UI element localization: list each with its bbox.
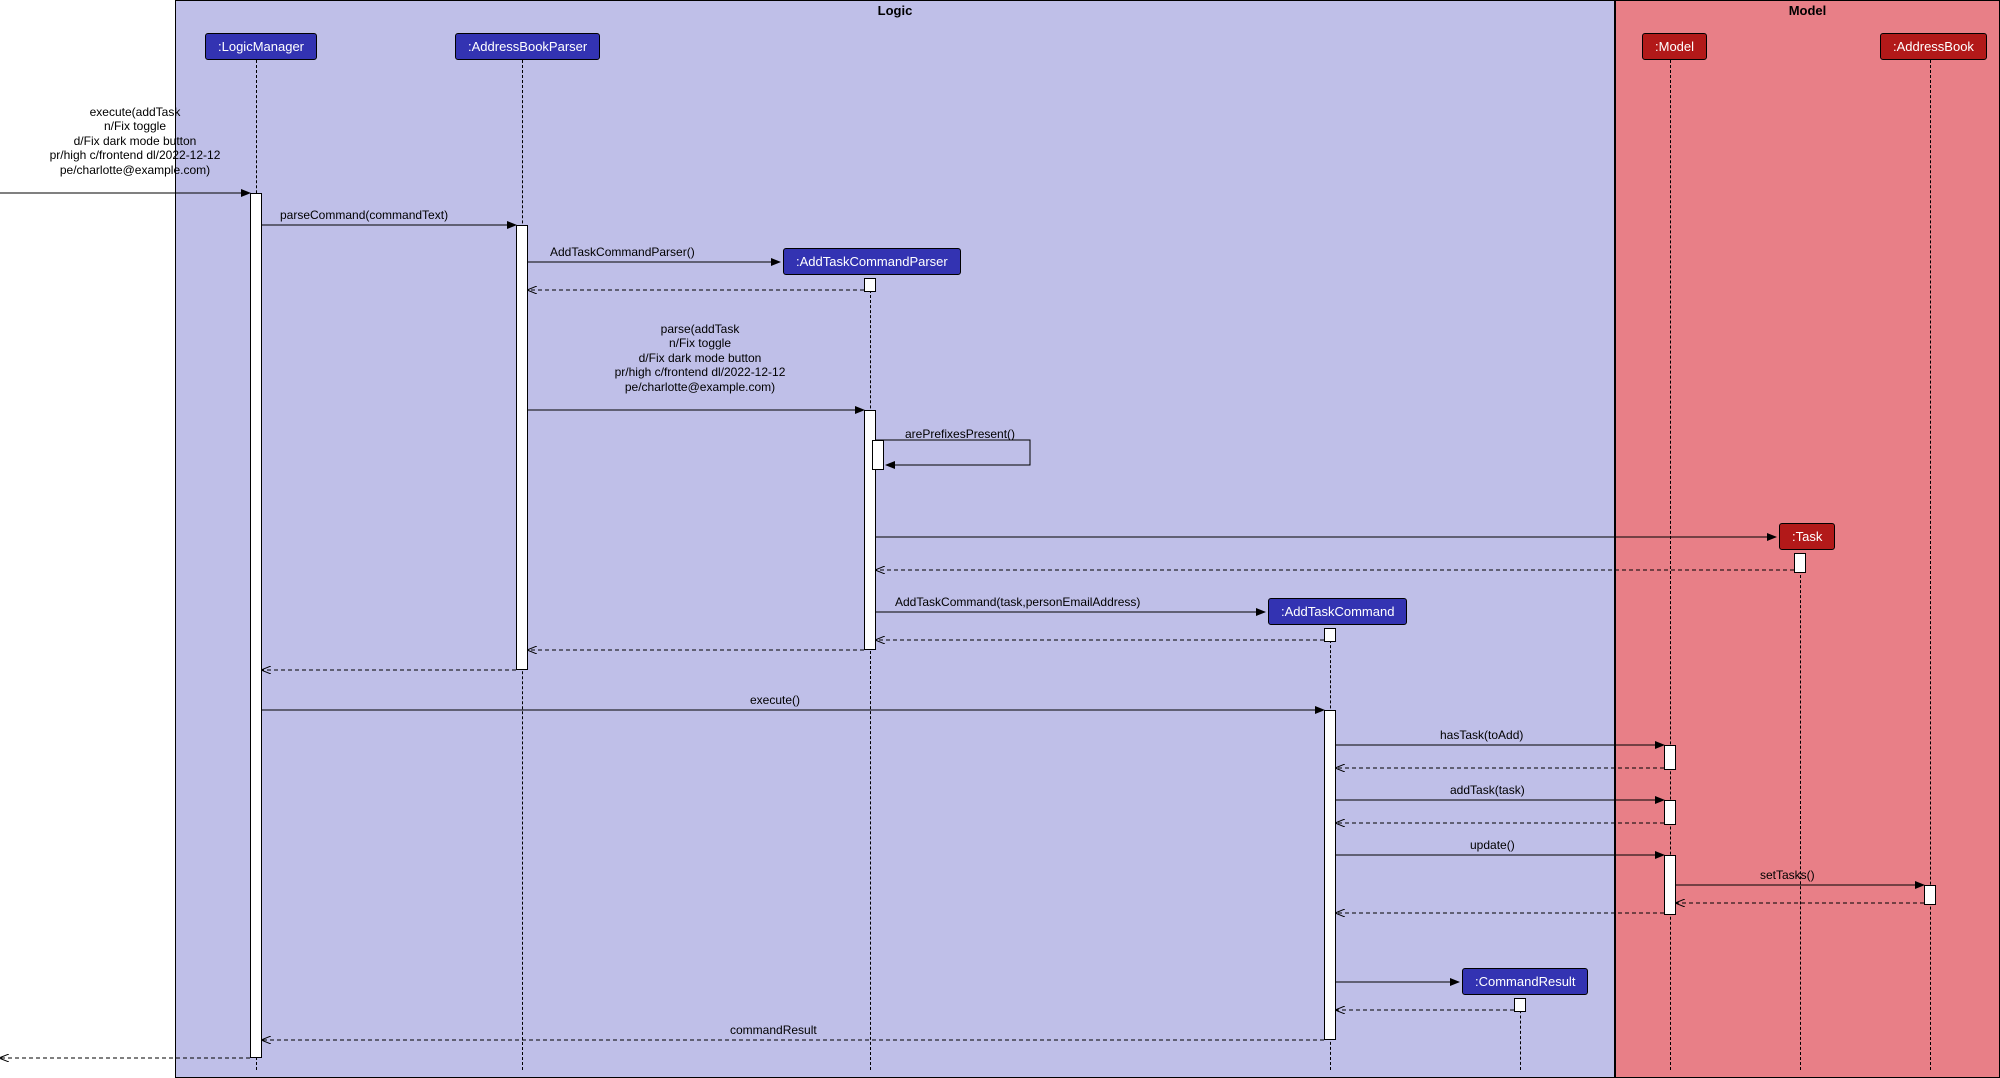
msg-are-prefixes: arePrefixesPresent() xyxy=(905,427,1015,441)
msg-update: update() xyxy=(1470,838,1515,852)
activation-logic-manager xyxy=(250,193,262,1058)
region-model-label: Model xyxy=(1789,3,1827,18)
activation-cmdresult xyxy=(1514,998,1526,1012)
lifeline-model xyxy=(1670,60,1671,1070)
region-logic-label: Logic xyxy=(878,3,913,18)
participant-add-task-command-parser: :AddTaskCommandParser xyxy=(783,248,961,275)
msg-parse-command: parseCommand(commandText) xyxy=(280,208,448,222)
participant-address-book: :AddressBook xyxy=(1880,33,1987,60)
activation-task xyxy=(1794,553,1806,573)
participant-add-task-command: :AddTaskCommand xyxy=(1268,598,1407,625)
msg-execute-cmd: execute() xyxy=(750,693,800,707)
msg-add-task-cmd-new: AddTaskCommand(task,personEmailAddress) xyxy=(895,595,1140,609)
activation-abp xyxy=(516,225,528,670)
activation-model-3 xyxy=(1664,855,1676,915)
activation-addressbook xyxy=(1924,885,1936,905)
activation-atcp-small xyxy=(864,278,876,292)
msg-set-tasks: setTasks() xyxy=(1760,868,1815,882)
activation-atcp-self xyxy=(872,440,884,470)
activation-atc-exec xyxy=(1324,710,1336,1040)
msg-add-task: addTask(task) xyxy=(1450,783,1525,797)
activation-model-1 xyxy=(1664,745,1676,770)
msg-parse-call: parse(addTask n/Fix toggle d/Fix dark mo… xyxy=(545,322,855,394)
msg-command-result: commandResult xyxy=(730,1023,817,1037)
activation-atc-create xyxy=(1324,628,1336,642)
lifeline-address-book xyxy=(1930,60,1931,1070)
participant-task: :Task xyxy=(1779,523,1835,550)
activation-model-2 xyxy=(1664,800,1676,825)
msg-new-parser: AddTaskCommandParser() xyxy=(550,245,695,259)
participant-command-result: :CommandResult xyxy=(1462,968,1588,995)
participant-address-book-parser: :AddressBookParser xyxy=(455,33,600,60)
sequence-diagram: Logic Model :LogicManager :AddressBookPa… xyxy=(0,0,2000,1078)
msg-execute-entry: execute(addTask n/Fix toggle d/Fix dark … xyxy=(20,105,250,177)
msg-has-task: hasTask(toAdd) xyxy=(1440,728,1523,742)
region-logic: Logic xyxy=(175,0,1615,1078)
lifeline-task xyxy=(1800,560,1801,1070)
participant-model: :Model xyxy=(1642,33,1707,60)
participant-logic-manager: :LogicManager xyxy=(205,33,317,60)
lifeline-add-task-command-parser xyxy=(870,280,871,1070)
